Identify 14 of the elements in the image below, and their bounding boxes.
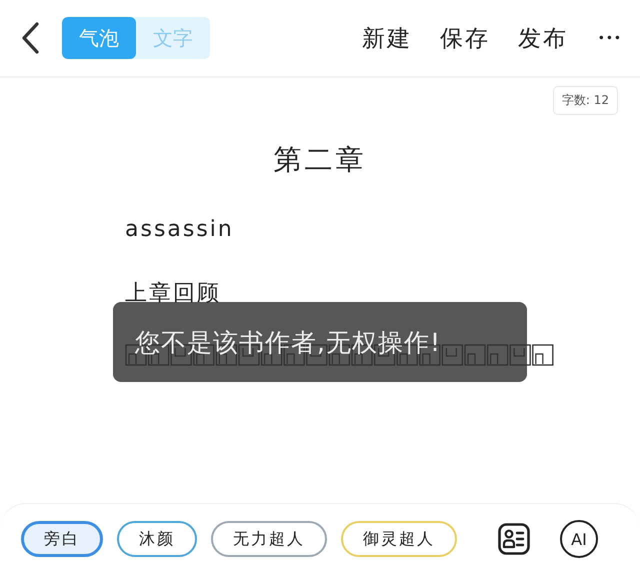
toast-message: 您不是该书作者,无权操作! xyxy=(113,302,527,382)
ai-button[interactable]: AI xyxy=(560,520,598,558)
speaker-chip[interactable]: 旁白 xyxy=(21,521,103,557)
action-button[interactable]: 新建 xyxy=(352,22,422,54)
action-button[interactable]: 保存 xyxy=(430,22,500,54)
more-button[interactable]: ••• xyxy=(586,31,622,45)
contact-card-icon[interactable] xyxy=(498,523,530,555)
word-count-badge: 字数: 12 xyxy=(552,86,618,115)
speaker-chip[interactable]: 无力超人 xyxy=(211,521,327,557)
paragraph-text: assassin xyxy=(125,217,235,242)
action-button[interactable]: 发布 xyxy=(508,22,578,54)
speaker-chip[interactable]: 御灵超人 xyxy=(341,521,457,557)
speaker-chip[interactable]: 沐颜 xyxy=(117,521,197,557)
chapter-title: 第二章 xyxy=(272,142,368,178)
